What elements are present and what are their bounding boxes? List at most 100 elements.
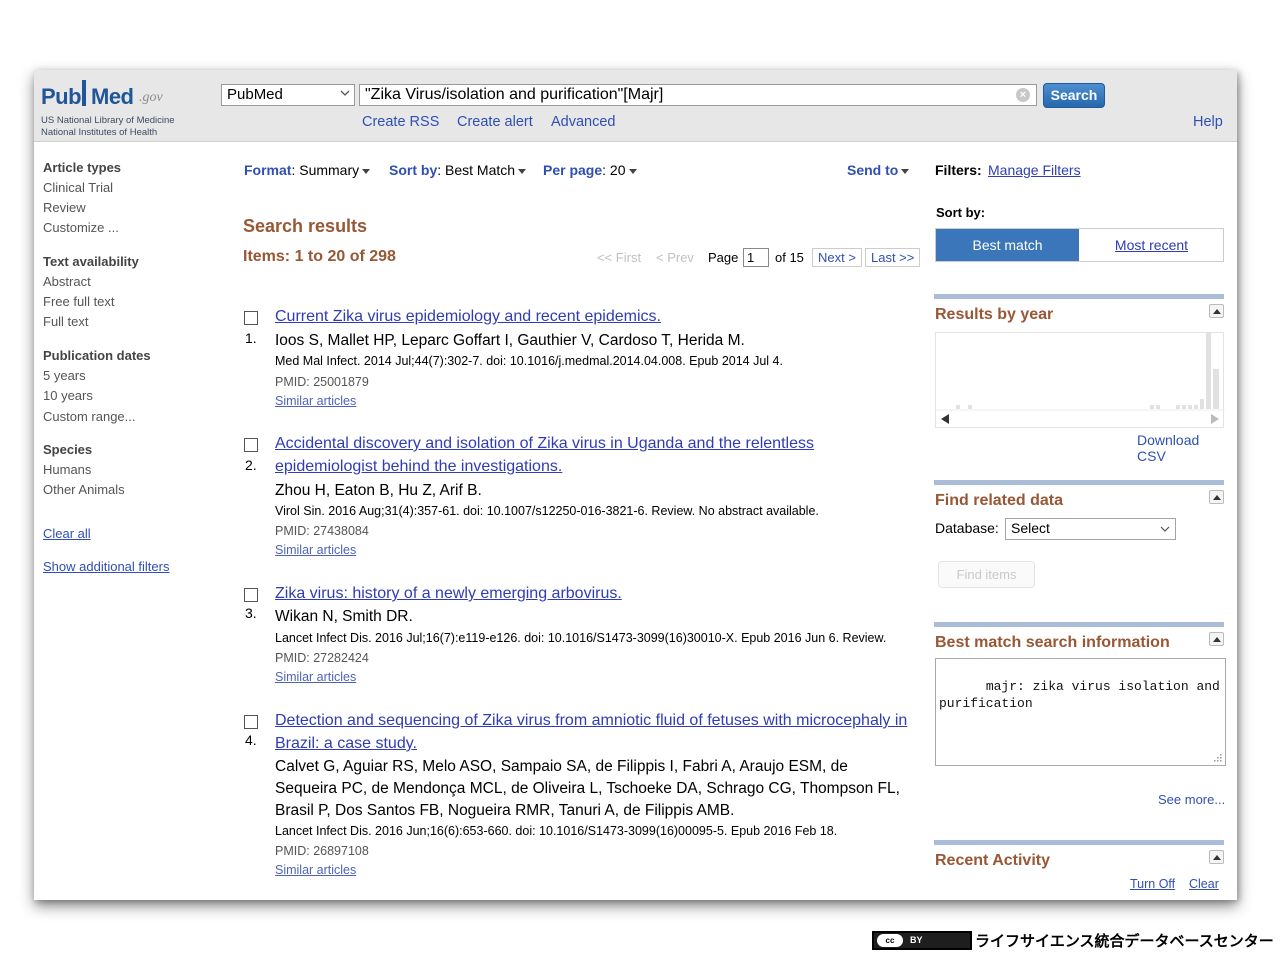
pager-next[interactable]: Next >	[812, 248, 862, 267]
collapse-icon[interactable]	[1209, 304, 1224, 318]
clear-all-link[interactable]: Clear all	[43, 526, 91, 541]
sort-most-recent-button[interactable]: Most recent	[1079, 229, 1224, 261]
manage-filters-link[interactable]: Manage Filters	[988, 162, 1081, 178]
advanced-search-link[interactable]: Advanced	[551, 114, 616, 130]
database-select-value: PubMed	[227, 86, 283, 103]
filters-label: Filters:	[935, 162, 982, 178]
sort-by-heading: Sort by:	[936, 205, 986, 220]
filter-other-animals[interactable]: Other Animals	[43, 482, 125, 497]
show-additional-filters-link[interactable]: Show additional filters	[43, 559, 169, 574]
result-checkbox[interactable]	[244, 715, 258, 729]
filter-custom-range[interactable]: Custom range...	[43, 409, 136, 424]
credit-text: ライフサイエンス統合データベースセンター	[975, 933, 1274, 950]
page-number-input[interactable]: 1	[743, 248, 769, 267]
collapse-icon[interactable]	[1209, 490, 1224, 504]
result-pmid: PMID: 27282424	[275, 651, 369, 665]
filter-10-years[interactable]: 10 years	[43, 388, 93, 403]
result-checkbox[interactable]	[244, 588, 258, 602]
database-dropdown[interactable]: Select	[1005, 518, 1176, 540]
result-pmid: PMID: 27438084	[275, 524, 369, 538]
see-more-link[interactable]: See more...	[1158, 792, 1225, 807]
caret-down-icon	[518, 168, 527, 174]
result-title[interactable]: Accidental discovery and isolation of Zi…	[275, 435, 814, 453]
result-number: 1.	[245, 330, 257, 346]
per-page-menu[interactable]: Per page: 20	[543, 162, 637, 178]
result-number: 2.	[245, 457, 257, 473]
similar-articles-link[interactable]: Similar articles	[275, 543, 356, 557]
items-count: Items: 1 to 20 of 298	[243, 248, 396, 265]
create-alert-link[interactable]: Create alert	[457, 114, 533, 130]
result-authors-cont: Sequeira PC, de Mendonça MCL, de Oliveir…	[275, 780, 900, 797]
filter-humans[interactable]: Humans	[43, 462, 91, 477]
pager-prev: < Prev	[656, 250, 694, 265]
by-label: BY	[910, 935, 923, 945]
resize-grip-icon[interactable]	[1214, 754, 1222, 762]
collapse-icon[interactable]	[1209, 632, 1224, 646]
logo-subtitle-nlm: US National Library of Medicine	[41, 115, 175, 126]
sort-by-value: : Best Match	[437, 162, 516, 178]
publication-dates-heading: Publication dates	[43, 348, 151, 363]
filter-customize[interactable]: Customize ...	[43, 220, 119, 235]
sort-by-menu[interactable]: Sort by: Best Match	[389, 162, 527, 178]
download-csv-link[interactable]: Download CSV	[1137, 432, 1230, 464]
clear-activity-link[interactable]: Clear	[1189, 877, 1219, 891]
pubmed-logo[interactable]: Pub Med .gov US National Library of Medi…	[41, 76, 191, 138]
find-items-button[interactable]: Find items	[938, 561, 1035, 588]
result-checkbox[interactable]	[244, 438, 258, 452]
results-by-year-chart[interactable]	[935, 332, 1225, 428]
result-pmid: PMID: 26897108	[275, 844, 369, 858]
send-to-menu[interactable]: Send to	[847, 162, 910, 178]
logo-gov: .gov	[139, 90, 163, 105]
result-title[interactable]: Zika virus: history of a newly emerging …	[275, 585, 622, 603]
article-types-heading: Article types	[43, 160, 122, 175]
pager-last[interactable]: Last >>	[865, 248, 921, 267]
results-by-year-heading: Results by year	[935, 306, 1054, 323]
create-rss-link[interactable]: Create RSS	[362, 114, 439, 130]
collapse-icon[interactable]	[1209, 850, 1224, 864]
result-number: 4.	[245, 732, 257, 748]
similar-articles-link[interactable]: Similar articles	[275, 863, 356, 877]
filter-free-full-text[interactable]: Free full text	[43, 294, 115, 309]
chevron-down-icon	[1160, 526, 1170, 532]
best-match-query-textarea[interactable]: majr: zika virus isolation and purificat…	[935, 658, 1226, 766]
divider	[934, 840, 1224, 845]
cc-by-badge: cc BY	[872, 931, 972, 950]
filter-5-years[interactable]: 5 years	[43, 368, 86, 383]
result-source: Lancet Infect Dis. 2016 Jul;16(7):e119-e…	[275, 631, 887, 645]
result-title-cont[interactable]: epidemiologist behind the investigations…	[275, 458, 562, 476]
logo-m-icon	[82, 80, 86, 106]
filter-clinical-trial[interactable]: Clinical Trial	[43, 180, 113, 195]
caret-down-icon	[628, 168, 637, 174]
result-title-cont[interactable]: Brazil: a case study.	[275, 735, 417, 753]
result-number: 3.	[245, 605, 257, 621]
result-source: Lancet Infect Dis. 2016 Jun;16(6):653-66…	[275, 824, 838, 838]
pager-of: of 15	[775, 250, 804, 265]
similar-articles-link[interactable]: Similar articles	[275, 394, 356, 408]
similar-articles-link[interactable]: Similar articles	[275, 670, 356, 684]
pager-page-label: Page	[708, 250, 739, 265]
database-select[interactable]: PubMed	[221, 84, 355, 106]
right-column: Filters: Manage Filters Sort by: Best ma…	[934, 70, 1230, 900]
filter-full-text[interactable]: Full text	[43, 314, 89, 329]
filter-abstract[interactable]: Abstract	[43, 274, 91, 289]
sort-best-match-button[interactable]: Best match	[936, 229, 1079, 261]
result-checkbox[interactable]	[244, 311, 258, 325]
license-credit: cc BY ライフサイエンス統合データベースセンター	[872, 930, 1274, 952]
result-source: Med Mal Infect. 2014 Jul;44(7):302-7. do…	[275, 354, 783, 368]
result-title[interactable]: Detection and sequencing of Zika virus f…	[275, 712, 907, 730]
result-authors: Wikan N, Smith DR.	[275, 608, 413, 625]
per-page-label: Per page	[543, 162, 603, 178]
turn-off-link[interactable]: Turn Off	[1130, 877, 1175, 891]
species-heading: Species	[43, 442, 93, 457]
sort-by-label: Sort by	[389, 162, 438, 178]
divider	[934, 480, 1224, 485]
result-pmid: PMID: 25001879	[275, 375, 369, 389]
format-menu[interactable]: Format: Summary	[244, 162, 371, 178]
format-value: : Summary	[291, 162, 360, 178]
filter-review[interactable]: Review	[43, 200, 86, 215]
chevron-down-icon	[340, 90, 350, 96]
pubmed-window: Pub Med .gov US National Library of Medi…	[34, 70, 1237, 900]
logo-subtitle-nih: National Institutes of Health	[41, 127, 158, 138]
result-title[interactable]: Current Zika virus epidemiology and rece…	[275, 308, 661, 326]
sort-toggle: Best match Most recent	[935, 228, 1224, 262]
